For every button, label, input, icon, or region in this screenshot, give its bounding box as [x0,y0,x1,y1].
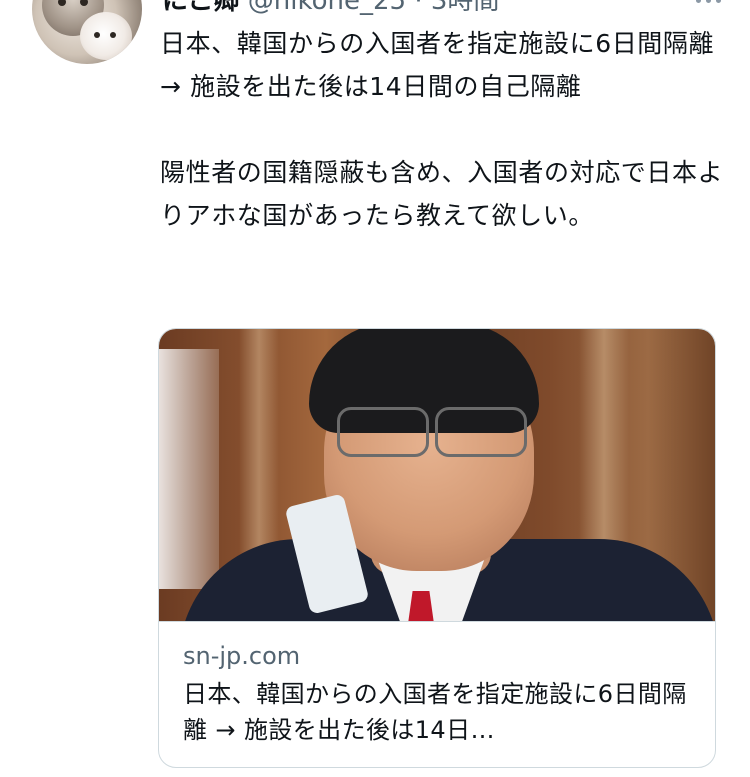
tweet-timestamp[interactable]: 3時間 [431,0,500,16]
user-handle[interactable]: @nikone_25 [248,0,406,16]
header-separator: · [414,0,423,16]
card-domain: sn-jp.com [183,642,301,670]
glasses-right [435,407,527,457]
tweet-header: にこ卿 @nikone_25 · 3時間 [162,0,499,16]
link-card[interactable]: sn-jp.com 日本、韓国からの入国者を指定施設に6日間隔離 → 施設を出た… [158,328,716,768]
display-name[interactable]: にこ卿 [162,0,239,16]
avatar-cat-white [80,12,132,60]
tweet-text: 日本、韓国からの入国者を指定施設に6日間隔離 → 施設を出た後は14日間の自己隔… [160,29,724,230]
card-image[interactable] [159,329,715,621]
tweet[interactable]: にこ卿 @nikone_25 · 3時間 日本、韓国からの入国者を指定施設に6日… [0,0,750,777]
more-horizontal-icon[interactable] [696,0,726,6]
glasses-left [337,407,429,457]
card-title: 日本、韓国からの入国者を指定施設に6日間隔離 → 施設を出た後は14日… [183,680,687,744]
avatar[interactable] [32,0,142,64]
card-meta: sn-jp.com 日本、韓国からの入国者を指定施設に6日間隔離 → 施設を出た… [159,621,715,767]
background-light [159,349,219,589]
